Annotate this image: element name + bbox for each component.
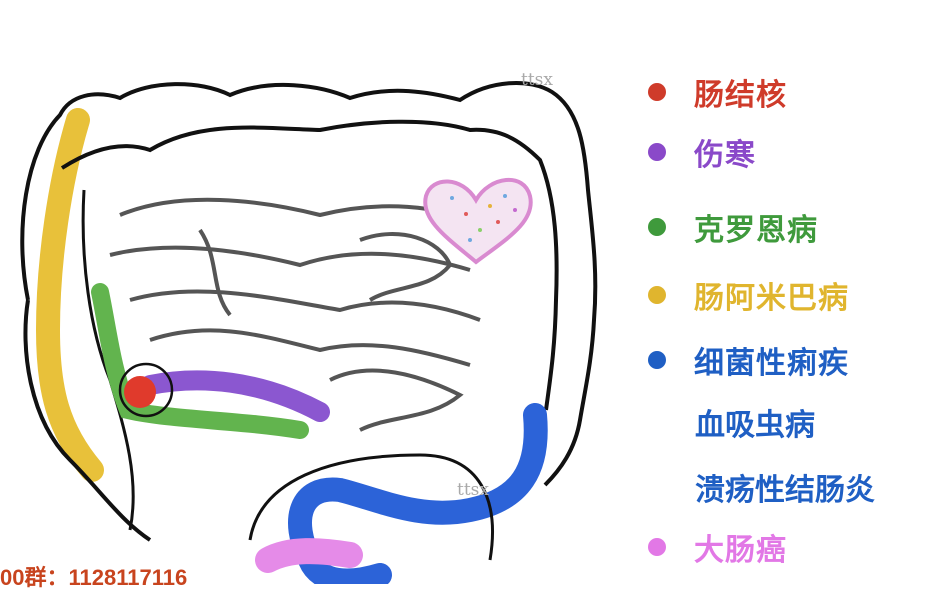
red-spot — [124, 376, 156, 408]
green-dot-icon — [648, 218, 666, 236]
watermark-ttsx-top: ttsx — [521, 70, 553, 90]
purple-highlight — [140, 370, 330, 422]
legend-label: 细菌性痢疾 — [694, 346, 849, 381]
legend-label: 克罗恩病 — [694, 213, 818, 248]
legend-label: 肠阿米巴病 — [694, 281, 849, 316]
purple-dot-icon — [648, 143, 666, 161]
legend-label-schistosomiasis: 血吸虫病 — [695, 408, 815, 443]
red-dot-icon — [648, 83, 666, 101]
legend-item-amoebiasis: 肠阿米巴病 — [648, 273, 849, 317]
legend-item-intestinal-tb: 肠结核 — [648, 70, 787, 114]
legend-label-ulcerative-colitis: 溃疡性结肠炎 — [695, 473, 875, 508]
legend-item-crohns: 克罗恩病 — [648, 205, 818, 249]
legend-label: 肠结核 — [694, 78, 787, 113]
legend-item-colorectal-cancer: 大肠癌 — [648, 525, 787, 569]
footer-group-number: 00群：1128117116 — [0, 565, 188, 590]
legend-label: 大肠癌 — [694, 533, 787, 568]
legend-item-typhoid: 伤寒 — [648, 130, 756, 174]
legend-item-dysentery: 细菌性痢疾 — [648, 338, 849, 382]
pink-dot-icon — [648, 538, 666, 556]
legend-label: 伤寒 — [694, 138, 756, 173]
yellow-highlight — [35, 108, 104, 482]
blue-dot-icon — [648, 351, 666, 369]
yellow-dot-icon — [648, 286, 666, 304]
colon-outline — [20, 81, 598, 487]
watermark-ttsx-bottom: ttsx — [457, 480, 489, 500]
pink-highlight — [255, 538, 363, 573]
